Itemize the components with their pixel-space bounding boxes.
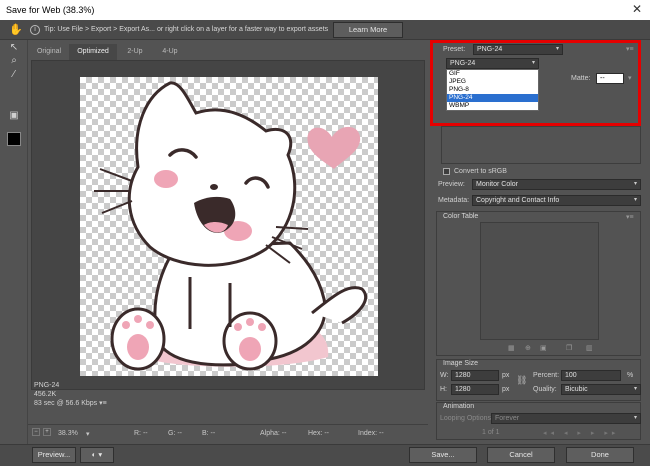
frame-counter: 1 of 1 [482,429,500,436]
convert-srgb-label: Convert to sRGB [454,168,507,175]
height-input[interactable]: 1280 [451,384,499,395]
save-button[interactable]: Save... [409,447,477,463]
quality-label: Quality: [533,386,557,393]
slice-select-tool-icon[interactable]: ↖ [8,42,20,54]
browser-preview-button[interactable]: ◐ ▾ [80,447,114,463]
quality-select[interactable]: Bicubic ▾ [561,384,641,395]
format-options-area [441,126,641,164]
stats-menu-icon[interactable]: ▾≡ [99,400,107,407]
width-input[interactable]: 1280 [451,370,499,381]
animation-controls: ◂◂ ◂ ▸ ▸ ▸▸ [543,430,620,437]
stats-format: PNG-24 [34,382,60,389]
color-table-title: Color Table [443,213,479,220]
toggle-slices-icon[interactable]: ▣ [8,110,20,122]
new-color-icon[interactable]: ❐ [566,344,572,352]
readout-r: R: -- [134,430,148,437]
color-table-swatches[interactable] [480,222,599,340]
readout-alpha: Alpha: -- [260,430,287,437]
chevron-down-icon: ▾ [633,197,637,203]
optimization-stats: PNG-24 456.2K 83 sec @ 56.6 Kbps ▾≡ [34,381,107,408]
readout-index: Index: -- [358,430,384,437]
zoom-dropdown-icon[interactable]: ▾ [86,430,90,438]
eyedropper-color-swatch[interactable] [7,132,21,146]
looping-value: Forever [495,415,520,422]
quality-value: Bicubic [565,386,588,393]
status-bar: − + 38.3% ▾ R: -- G: -- B: -- Alpha: -- … [28,424,428,442]
tip-text: Tip: Use File > Export > Export As... or… [44,26,329,33]
image-size-title: Image Size [443,360,479,367]
preview-select[interactable]: Monitor Color ▾ [472,179,641,190]
metadata-value: Copyright and Contact Info [476,197,560,204]
tab-2up[interactable]: 2-Up [118,44,152,60]
preview-label: Preview: [438,181,465,188]
chevron-down-icon: ▾ [633,181,637,187]
convert-srgb-checkbox[interactable] [443,168,450,175]
zoom-in-icon[interactable]: + [43,428,51,436]
hand-tool-icon[interactable]: ✋ [9,23,23,36]
window-title: Save for Web (38.3%) [6,5,95,15]
looping-select: Forever ▾ [491,413,641,424]
done-button[interactable]: Done [566,447,634,463]
info-icon: i [30,25,40,35]
tab-original[interactable]: Original [30,44,68,60]
height-label: H: [440,386,447,393]
readout-b: B: -- [202,430,216,437]
readout-g: G: -- [168,430,182,437]
map-color-icon[interactable]: ▦ [508,344,515,352]
zoom-tool-icon[interactable]: ⌕ [8,55,20,67]
shift-web-palette-icon[interactable]: ⊕ [525,344,531,352]
width-unit: px [502,372,510,379]
cancel-button[interactable]: Cancel [487,447,555,463]
percent-label: Percent: [533,372,560,379]
readout-hex: Hex: -- [308,430,329,437]
eyedropper-tool-icon[interactable]: ⁄ [8,69,20,81]
preview-button[interactable]: Preview... [32,447,76,463]
metadata-select[interactable]: Copyright and Contact Info ▾ [472,195,641,206]
tab-4up[interactable]: 4-Up [153,44,187,60]
animation-title: Animation [443,403,475,410]
stats-time: 83 sec @ 56.6 Kbps [34,400,98,407]
color-table-menu-icon[interactable]: ▾≡ [626,213,634,221]
close-icon[interactable]: ✕ [632,2,642,16]
chevron-down-icon: ▾ [633,415,637,421]
highlight-annotation [430,40,641,126]
percent-input[interactable]: 100 [561,370,621,381]
trash-icon[interactable]: ▥ [586,344,593,352]
width-label: W: [440,372,449,379]
tool-column: ↖ ⌕ ⁄ ▣ [0,40,28,444]
zoom-level[interactable]: 38.3% [58,430,78,437]
metadata-label: Metadata: [438,197,470,204]
lock-color-icon[interactable]: ▣ [540,344,547,352]
height-unit: px [502,386,510,393]
stats-size: 456.2K [34,391,57,398]
title-bar: Save for Web (38.3%) ✕ [0,0,650,20]
cat-illustration [94,81,368,371]
learn-more-button[interactable]: Learn More [333,22,403,38]
percent-unit: % [627,372,634,379]
chevron-down-icon: ▾ [633,386,637,392]
chain-link-icon[interactable]: ⛓ [516,375,527,386]
zoom-out-icon[interactable]: − [32,428,40,436]
tab-optimized[interactable]: Optimized [69,44,117,60]
preview-value: Monitor Color [476,181,519,188]
looping-label: Looping Options: [440,415,493,422]
